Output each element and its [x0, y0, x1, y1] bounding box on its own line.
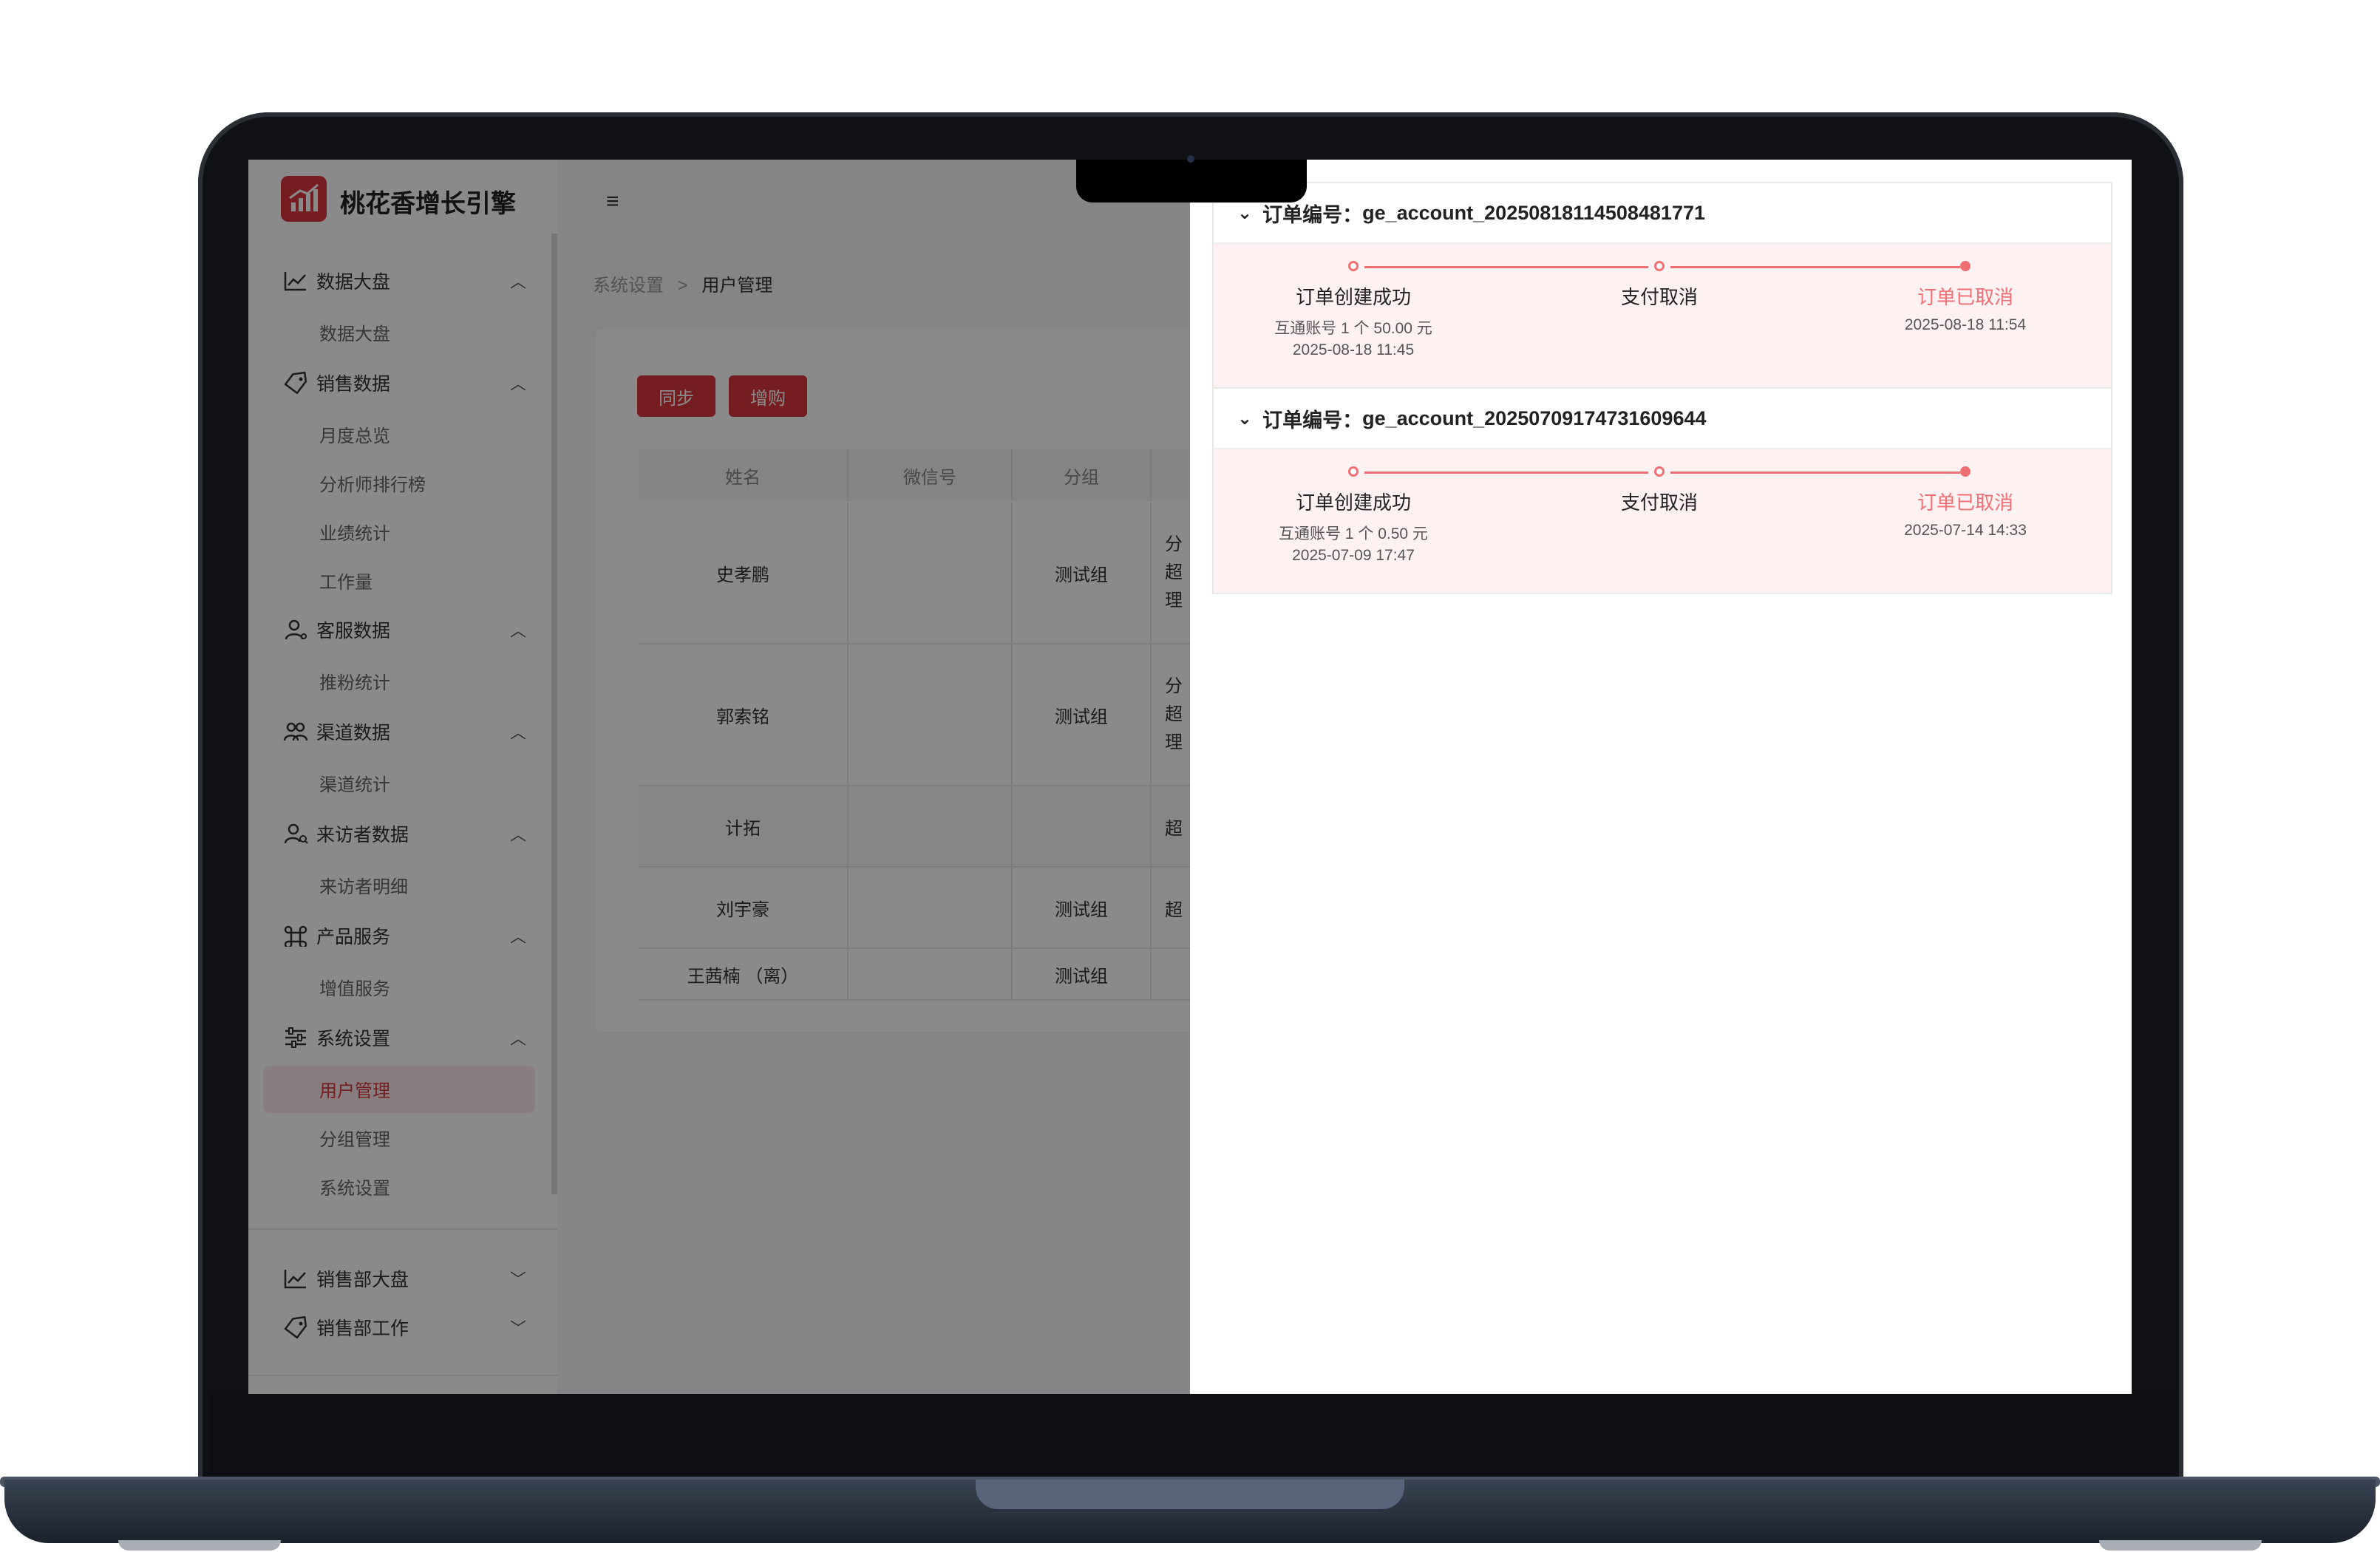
step-title: 订单创建成功 — [1295, 491, 1411, 514]
order-id: ge_account_20250709174731609644 — [1362, 406, 1707, 429]
step-dot — [1654, 466, 1665, 477]
step-dot — [1348, 261, 1359, 271]
step-title: 订单创建成功 — [1295, 286, 1411, 308]
order-history-drawer: ⌄ 订单编号： ge_account_20250818114508481771 … — [1190, 160, 2132, 1394]
step-title: 支付取消 — [1620, 491, 1698, 514]
order-item-summary: 互通账号 1 个 0.50 元 — [1279, 525, 1428, 542]
order-timeline: 订单创建成功 支付取消 订单已取消 互通账号 1 个 50.00 元 2025-… — [1214, 244, 2111, 387]
laptop-foot-left — [118, 1540, 281, 1551]
laptop-chin — [208, 1394, 2173, 1483]
timeline-connector — [1670, 472, 1960, 474]
camera-icon — [1187, 155, 1194, 163]
timeline-connector — [1364, 266, 1648, 268]
order-card: ⌄ 订单编号： ge_account_20250709174731609644 … — [1212, 387, 2112, 594]
laptop-opening-lip — [976, 1480, 1404, 1509]
drawer-overlay-mask[interactable] — [248, 160, 1190, 1394]
step-timestamp: 2025-07-09 17:47 — [1292, 547, 1415, 564]
screen: 桃花香增长引擎 数据大盘 ︿ 数据大盘 销售数据 ︿ 月度总览 分析师排行榜 业… — [248, 160, 2132, 1394]
order-timeline: 订单创建成功 支付取消 订单已取消 互通账号 1 个 0.50 元 2025-0… — [1214, 449, 2111, 593]
order-id: ge_account_20250818114508481771 — [1362, 201, 1706, 224]
step-dot — [1348, 466, 1359, 477]
step-timestamp: 2025-07-14 14:33 — [1904, 522, 2027, 539]
order-header[interactable]: ⌄ 订单编号： ge_account_20250818114508481771 — [1214, 183, 2111, 244]
camera-notch — [1076, 160, 1307, 202]
order-label: 订单编号： — [1262, 203, 1363, 226]
order-item-summary: 互通账号 1 个 50.00 元 — [1274, 320, 1432, 337]
order-header[interactable]: ⌄ 订单编号： ge_account_20250709174731609644 — [1214, 389, 2111, 449]
step-dot — [1654, 261, 1665, 271]
step-title: 支付取消 — [1620, 286, 1698, 308]
chevron-down-icon[interactable]: ⌄ — [1237, 408, 1252, 429]
step-title: 订单已取消 — [1917, 286, 2013, 308]
step-title: 订单已取消 — [1917, 491, 2013, 514]
chevron-down-icon[interactable]: ⌄ — [1237, 202, 1252, 224]
order-label: 订单编号： — [1262, 409, 1363, 432]
timeline-connector — [1364, 472, 1648, 474]
step-dot-current — [1960, 261, 1971, 271]
timeline-connector — [1670, 266, 1960, 268]
step-timestamp: 2025-08-18 11:45 — [1292, 341, 1415, 358]
order-card: ⌄ 订单编号： ge_account_20250818114508481771 … — [1212, 182, 2112, 389]
laptop-foot-right — [2099, 1540, 2262, 1551]
step-timestamp: 2025-08-18 11:54 — [1904, 316, 2027, 333]
step-dot-current — [1960, 466, 1971, 477]
